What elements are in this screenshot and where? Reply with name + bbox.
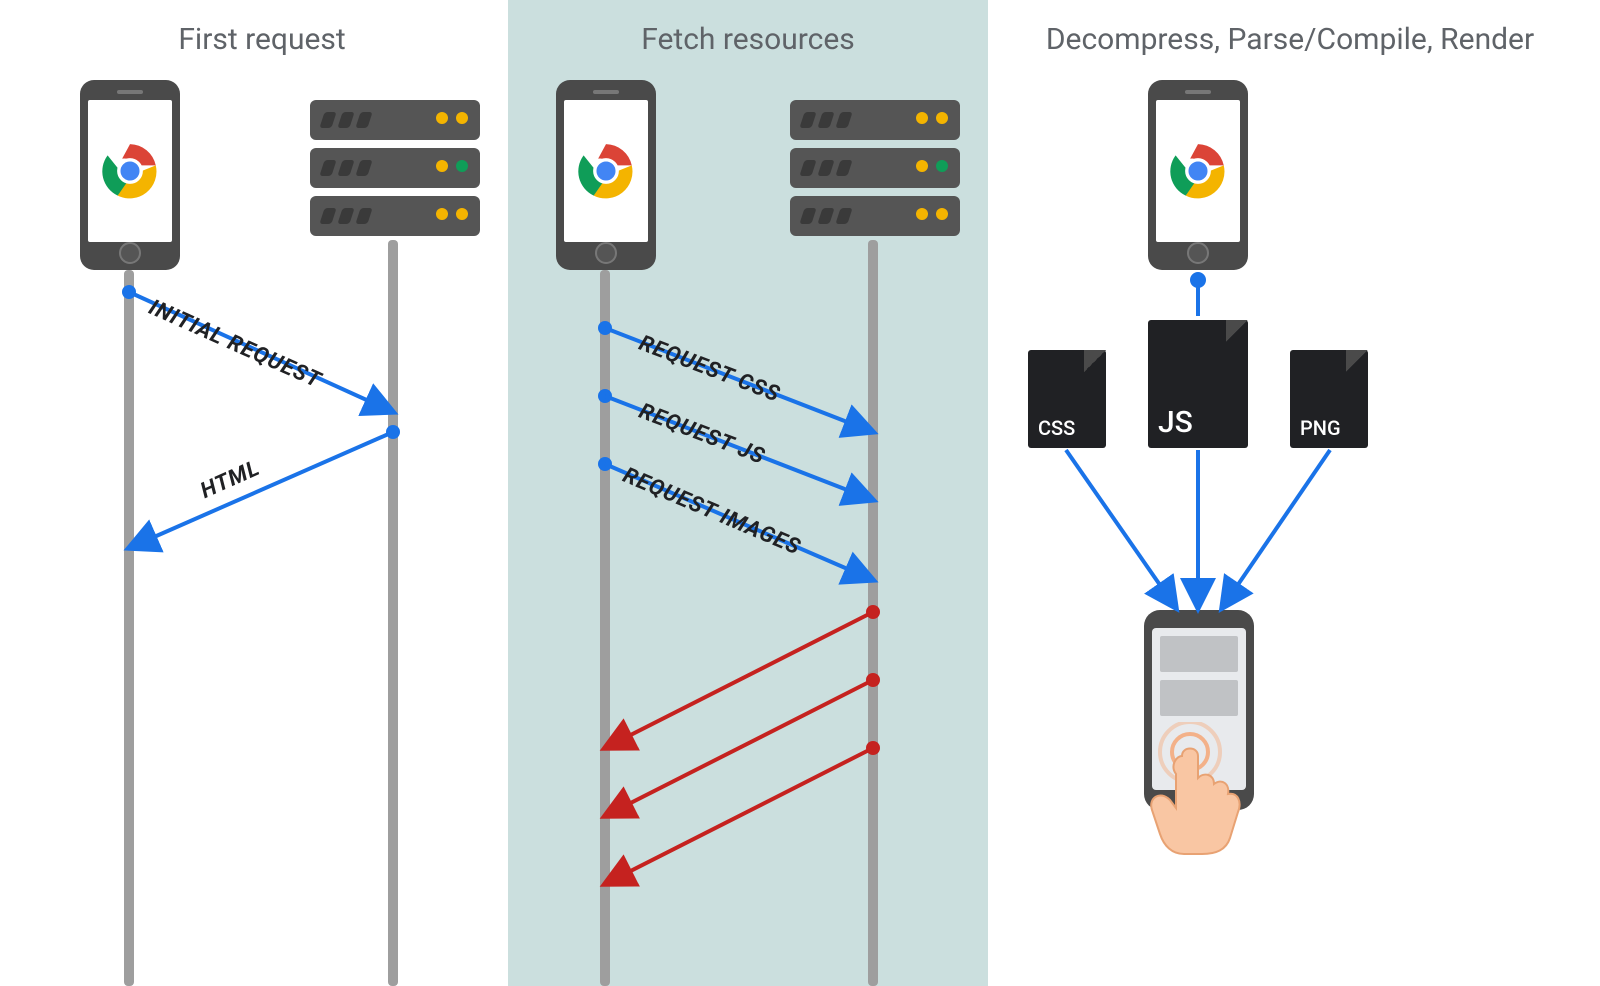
arrow-css-to-render xyxy=(1066,450,1176,608)
chrome-icon xyxy=(102,143,158,199)
timeline-client-2 xyxy=(600,270,610,986)
timeline-server-1 xyxy=(388,240,398,986)
chrome-icon xyxy=(1170,143,1226,199)
file-png-label: PNG xyxy=(1300,416,1341,440)
diagram-stage: First request Fetch resources Decompress… xyxy=(0,0,1600,986)
arrow-html-response xyxy=(129,432,393,548)
file-css-label: CSS xyxy=(1038,416,1075,440)
title-render: Decompress, Parse/Compile, Render xyxy=(1000,22,1580,57)
server-icon xyxy=(310,100,480,238)
file-png: PNG xyxy=(1290,350,1368,448)
file-css: CSS xyxy=(1028,350,1106,448)
label-initial-request: INITIAL REQUEST xyxy=(145,295,325,393)
label-html: HTML xyxy=(197,456,264,504)
title-first-request: First request xyxy=(22,22,502,57)
arrow-png-to-render xyxy=(1222,450,1330,608)
phone-icon xyxy=(1148,80,1248,270)
title-fetch-resources: Fetch resources xyxy=(508,22,988,57)
file-js: JS xyxy=(1148,320,1248,448)
phone-icon xyxy=(80,80,180,270)
timeline-server-2 xyxy=(868,240,878,986)
server-icon xyxy=(790,100,960,238)
click-hand-icon xyxy=(1130,722,1270,862)
phone-icon xyxy=(556,80,656,270)
file-js-label: JS xyxy=(1158,405,1193,440)
timeline-client-1 xyxy=(124,270,134,986)
chrome-icon xyxy=(578,143,634,199)
